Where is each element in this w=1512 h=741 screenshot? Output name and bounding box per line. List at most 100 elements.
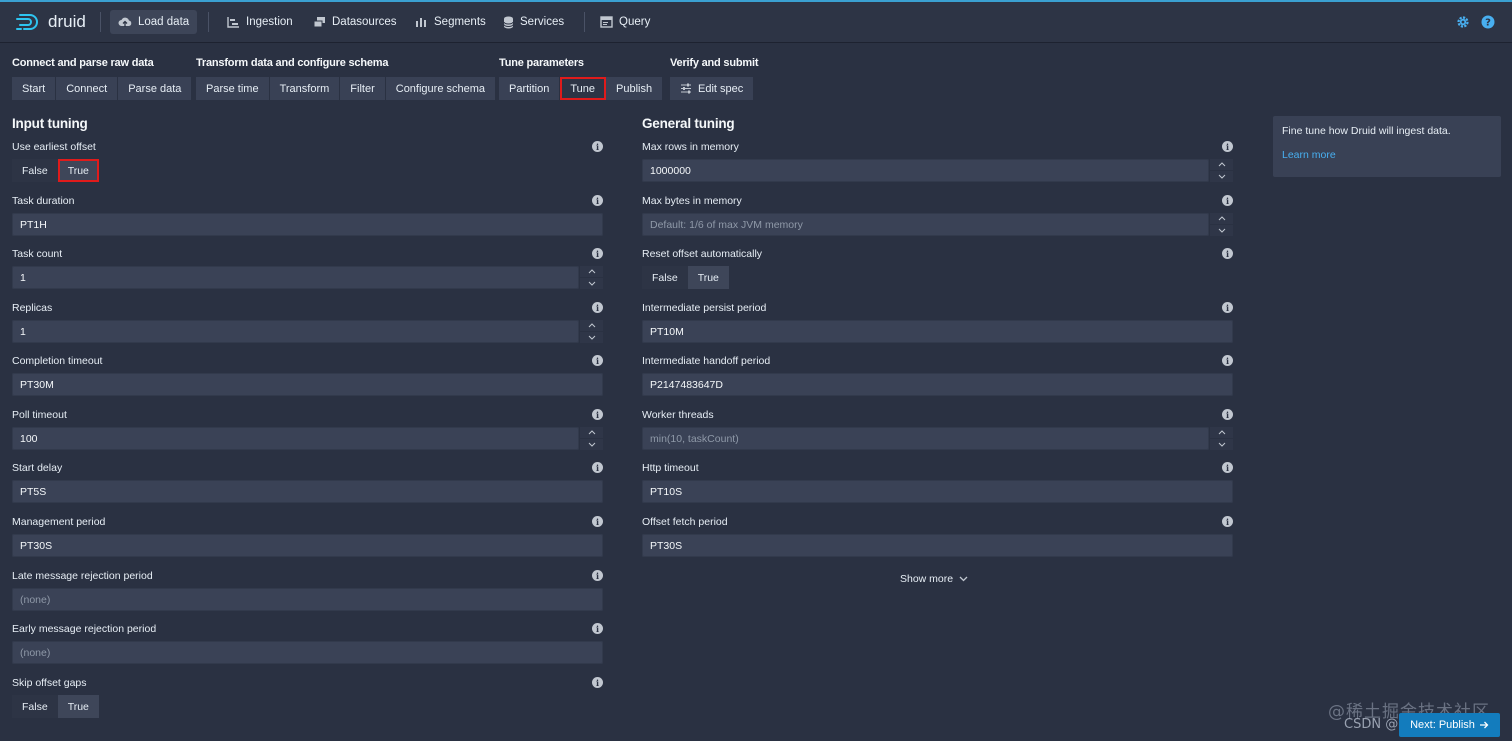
task-count-input[interactable]: 1: [12, 266, 579, 289]
field-label: Early message rejection period: [12, 623, 157, 635]
nav-divider: [584, 12, 585, 32]
info-icon[interactable]: i: [1222, 302, 1233, 313]
max-bytes-in-memory-field: Max bytes in memory i Default: 1/6 of ma…: [642, 194, 1233, 236]
field-label: Worker threads: [642, 409, 714, 421]
chevron-down-icon[interactable]: [1209, 225, 1233, 236]
worker-threads-input[interactable]: min(10, taskCount): [642, 427, 1209, 450]
task-duration-input[interactable]: PT1H: [12, 213, 603, 236]
step-group-verify: Verify and submit Edit spec: [670, 57, 758, 100]
intermediate-handoff-period-input[interactable]: P2147483647D: [642, 373, 1233, 396]
database-icon: [503, 16, 514, 28]
replicas-stepper: [579, 320, 603, 343]
intermediate-persist-period-input[interactable]: PT10M: [642, 320, 1233, 343]
poll-timeout-input[interactable]: 100: [12, 427, 579, 450]
step-start-button[interactable]: Start: [12, 77, 57, 100]
info-icon[interactable]: i: [592, 302, 603, 313]
info-icon[interactable]: i: [1222, 462, 1233, 473]
info-icon[interactable]: i: [1222, 248, 1233, 259]
info-icon[interactable]: i: [592, 516, 603, 527]
poll-timeout-stepper: [579, 427, 603, 450]
step-parse-data-button[interactable]: Parse data: [118, 77, 192, 100]
max-bytes-in-memory-input[interactable]: Default: 1/6 of max JVM memory: [642, 213, 1209, 236]
chevron-down-icon[interactable]: [1209, 171, 1233, 182]
toggle-false-button[interactable]: False: [642, 266, 688, 289]
info-icon[interactable]: i: [592, 570, 603, 581]
field-label: Skip offset gaps: [12, 677, 87, 689]
nav-query[interactable]: Query: [592, 10, 658, 34]
toggle-false-button[interactable]: False: [12, 159, 58, 182]
info-icon[interactable]: i: [1222, 516, 1233, 527]
info-icon[interactable]: i: [592, 355, 603, 366]
step-filter-button[interactable]: Filter: [340, 77, 386, 100]
late-message-rejection-period-input[interactable]: (none): [12, 588, 603, 611]
task-duration-field: Task duration i PT1H: [12, 194, 603, 236]
gear-icon[interactable]: [1456, 15, 1470, 29]
nav-label: Load data: [138, 16, 190, 28]
next-button-label: Next: Publish: [1410, 719, 1475, 731]
chevron-up-icon[interactable]: [579, 320, 603, 332]
management-period-input[interactable]: PT30S: [12, 534, 603, 557]
offset-fetch-period-input[interactable]: PT30S: [642, 534, 1233, 557]
field-label: Late message rejection period: [12, 570, 153, 582]
toggle-true-button[interactable]: True: [57, 159, 99, 182]
learn-more-link[interactable]: Learn more: [1282, 149, 1492, 161]
chevron-up-icon[interactable]: [1209, 427, 1233, 439]
input-tuning-title: Input tuning: [12, 116, 88, 131]
task-count-field: Task count i 1: [12, 247, 603, 289]
chevron-up-icon[interactable]: [1209, 159, 1233, 171]
next-publish-button[interactable]: Next: Publish: [1399, 713, 1500, 737]
nav-load-data[interactable]: Load data: [110, 10, 198, 34]
info-icon[interactable]: i: [592, 462, 603, 473]
info-icon[interactable]: i: [592, 623, 603, 634]
chevron-up-icon[interactable]: [579, 266, 603, 278]
nav-ingestion[interactable]: Ingestion: [219, 10, 301, 34]
step-connect-button[interactable]: Connect: [56, 77, 119, 100]
max-rows-in-memory-input[interactable]: 1000000: [642, 159, 1209, 182]
step-partition-button[interactable]: Partition: [499, 77, 561, 100]
druid-logo[interactable]: druid: [16, 10, 86, 34]
info-icon[interactable]: i: [592, 248, 603, 259]
info-icon[interactable]: i: [1222, 141, 1233, 152]
step-edit-spec-button[interactable]: Edit spec: [670, 77, 754, 100]
http-timeout-input[interactable]: PT10S: [642, 480, 1233, 503]
info-icon[interactable]: i: [592, 677, 603, 688]
info-icon[interactable]: i: [1222, 195, 1233, 206]
step-publish-button[interactable]: Publish: [606, 77, 663, 100]
chevron-down-icon[interactable]: [579, 332, 603, 343]
edit-spec-label: Edit spec: [698, 82, 744, 95]
chevron-down-icon[interactable]: [579, 439, 603, 450]
nav-segments[interactable]: Segments: [407, 10, 494, 34]
step-transform-button[interactable]: Transform: [269, 77, 341, 100]
step-tune-button[interactable]: Tune: [560, 77, 607, 100]
toggle-false-button[interactable]: False: [12, 695, 58, 718]
info-icon[interactable]: i: [592, 141, 603, 152]
replicas-input[interactable]: 1: [12, 320, 579, 343]
help-icon[interactable]: ?: [1481, 15, 1495, 29]
gantt-chart-icon: [227, 17, 239, 28]
nav-datasources[interactable]: Datasources: [305, 10, 405, 34]
chevron-up-icon[interactable]: [1209, 213, 1233, 225]
info-icon[interactable]: i: [1222, 409, 1233, 420]
info-icon[interactable]: i: [592, 409, 603, 420]
top-navbar: druid Load data Ingestion Datasources Se…: [0, 0, 1512, 42]
worker-threads-stepper: [1209, 427, 1233, 450]
completion-timeout-input[interactable]: PT30M: [12, 373, 603, 396]
toggle-true-button[interactable]: True: [57, 695, 99, 718]
toggle-true-button[interactable]: True: [687, 266, 729, 289]
step-parse-time-button[interactable]: Parse time: [196, 77, 270, 100]
skip-offset-gaps-field: Skip offset gaps i False True: [12, 676, 603, 718]
chevron-down-icon[interactable]: [579, 278, 603, 289]
field-label: Use earliest offset: [12, 141, 96, 153]
early-message-rejection-period-input[interactable]: (none): [12, 641, 603, 664]
field-label: Http timeout: [642, 462, 699, 474]
chevron-down-icon[interactable]: [1209, 439, 1233, 450]
field-label: Offset fetch period: [642, 516, 728, 528]
max-rows-in-memory-field: Max rows in memory i 1000000: [642, 140, 1233, 182]
show-more-button[interactable]: Show more: [900, 573, 968, 585]
nav-services[interactable]: Services: [495, 10, 572, 34]
step-configure-schema-button[interactable]: Configure schema: [385, 77, 496, 100]
chevron-up-icon[interactable]: [579, 427, 603, 439]
info-icon[interactable]: i: [592, 195, 603, 206]
info-icon[interactable]: i: [1222, 355, 1233, 366]
start-delay-input[interactable]: PT5S: [12, 480, 603, 503]
